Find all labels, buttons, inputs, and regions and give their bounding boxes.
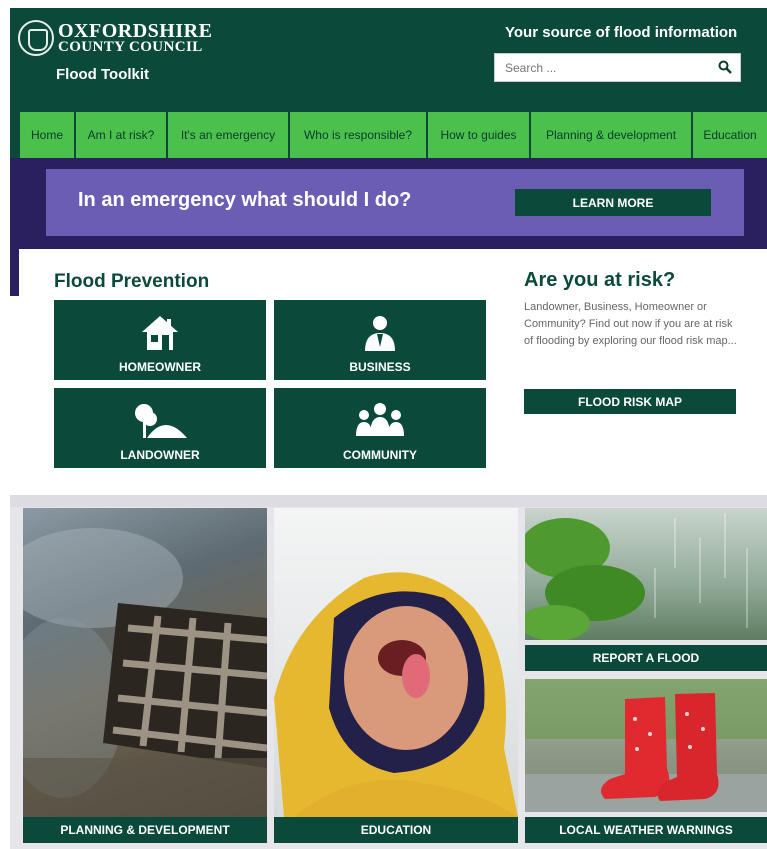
logo-subtitle[interactable]: COUNTY COUNCIL: [58, 39, 203, 56]
business-person-icon: [365, 316, 395, 351]
nav-item-who-is-responsible[interactable]: Who is responsible?: [290, 112, 428, 158]
at-risk-title: Are you at risk?: [524, 269, 676, 291]
nav-item-education[interactable]: Education: [693, 112, 767, 158]
learn-more-button[interactable]: LEARN MORE: [515, 189, 711, 216]
nav-item-home[interactable]: Home: [20, 112, 76, 158]
emergency-banner: In an emergency what should I do? LEARN …: [46, 169, 744, 236]
leaves-rain-photo[interactable]: [525, 508, 767, 640]
homeowner-label: HOMEOWNER: [119, 360, 201, 374]
homeowner-tile[interactable]: HOMEOWNER: [54, 300, 266, 380]
nav-item-how-to-guides[interactable]: How to guides: [428, 112, 531, 158]
tree-hill-icon: [135, 404, 187, 438]
nav-item-am-i-at-risk[interactable]: Am I at risk?: [76, 112, 168, 158]
red-boots-photo[interactable]: [525, 679, 767, 812]
nav-item-emergency[interactable]: It's an emergency: [168, 112, 290, 158]
site-tagline: Your source of flood information: [505, 24, 738, 41]
leaves-image: [525, 513, 748, 640]
business-label: BUSINESS: [349, 360, 411, 374]
site-header: OXFORDSHIRE COUNTY COUNCIL Flood Toolkit…: [10, 8, 767, 112]
child-raincoat-image: [274, 572, 518, 817]
business-tile[interactable]: BUSINESS: [274, 300, 486, 380]
site-subtitle: Flood Toolkit: [56, 66, 150, 83]
main-nav: Home Am I at risk? It's an emergency Who…: [10, 112, 767, 158]
house-icon: [142, 316, 178, 350]
drain-grate-image: [23, 528, 267, 817]
community-label: COMMUNITY: [343, 448, 417, 462]
landowner-label: LANDOWNER: [120, 448, 200, 462]
nav-item-planning-development[interactable]: Planning & development: [531, 112, 693, 158]
landowner-tile[interactable]: LANDOWNER: [54, 388, 266, 468]
search-input[interactable]: [495, 54, 710, 81]
council-crest-icon[interactable]: [18, 20, 54, 56]
planning-development-button[interactable]: PLANNING & DEVELOPMENT: [23, 817, 267, 843]
local-weather-warnings-button[interactable]: LOCAL WEATHER WARNINGS: [525, 817, 767, 843]
education-button[interactable]: EDUCATION: [274, 817, 518, 843]
flood-prevention-title: Flood Prevention: [54, 271, 210, 292]
report-a-flood-button[interactable]: REPORT A FLOOD: [525, 645, 767, 671]
red-boots-image: [525, 679, 767, 812]
search-box: [494, 53, 741, 82]
at-risk-text: Landowner, Business, Homeowner or Commun…: [524, 301, 737, 347]
community-tile[interactable]: COMMUNITY: [274, 388, 486, 468]
child-rain-photo[interactable]: [274, 508, 518, 817]
search-icon[interactable]: [718, 60, 732, 74]
group-icon: [356, 403, 404, 436]
drain-photo[interactable]: [23, 508, 267, 817]
card-divider: [10, 495, 767, 507]
flood-risk-map-button[interactable]: FLOOD RISK MAP: [524, 389, 736, 414]
emergency-banner-text: In an emergency what should I do?: [78, 189, 412, 211]
prevention-card: Flood Prevention HOMEOWNER BUSINESS LAND…: [19, 249, 767, 495]
